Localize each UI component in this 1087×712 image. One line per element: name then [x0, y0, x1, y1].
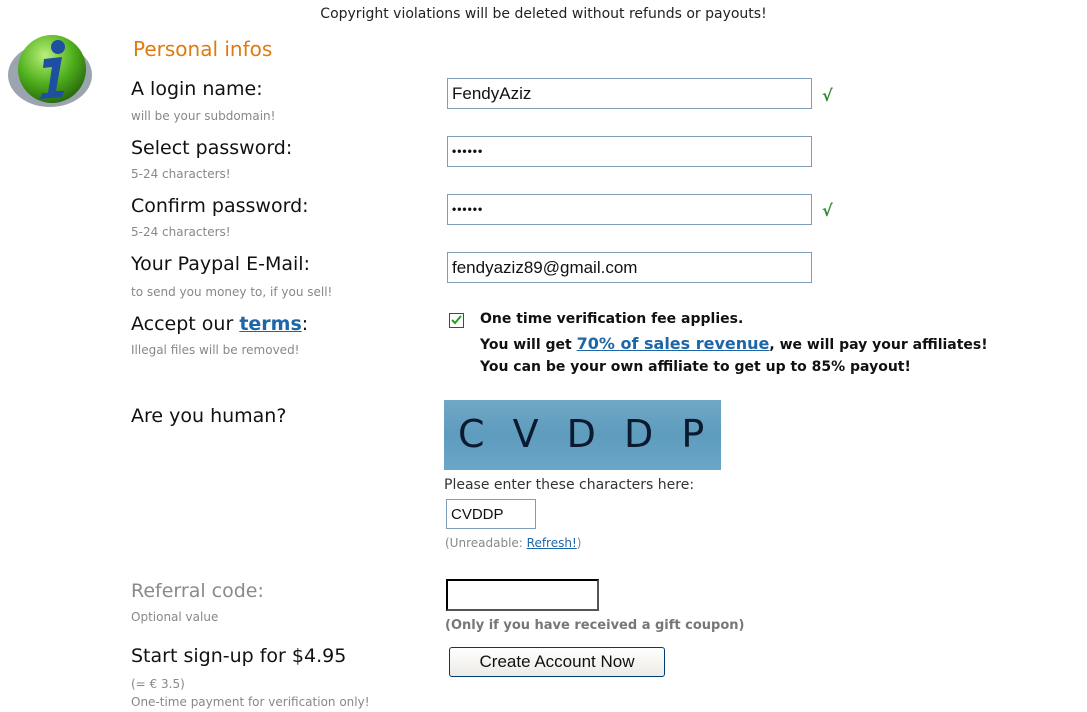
paypal-hint: to send you money to, if you sell!	[131, 285, 333, 299]
password-input[interactable]: ••••••	[447, 136, 812, 167]
password-hint: 5-24 characters!	[131, 167, 231, 181]
password-label: Select password:	[131, 137, 293, 159]
confirm-password-input[interactable]: ••••••	[447, 194, 812, 225]
terms-label: Accept our terms:	[131, 313, 308, 335]
fee-line-2: You will get 70% of sales revenue, we wi…	[480, 334, 988, 353]
login-label: A login name:	[131, 78, 263, 100]
refresh-captcha-link[interactable]: Refresh!	[527, 536, 577, 550]
referral-code-input[interactable]	[446, 579, 599, 611]
paypal-label: Your Paypal E-Mail:	[131, 253, 310, 275]
referral-label: Referral code:	[131, 580, 264, 602]
create-account-button[interactable]: Create Account Now	[449, 647, 665, 677]
terms-link[interactable]: terms	[239, 313, 301, 335]
paypal-email-input[interactable]	[447, 252, 812, 283]
captcha-image: C V D D P	[444, 400, 721, 470]
sales-revenue-link[interactable]: 70% of sales revenue	[577, 334, 770, 353]
fee-line-2-suffix: , we will pay your affiliates!	[769, 337, 988, 353]
section-title: Personal infos	[133, 37, 273, 61]
unreadable-text: (Unreadable: Refresh!)	[445, 536, 581, 550]
confirm-valid-icon: √	[822, 201, 833, 220]
unreadable-prefix: (Unreadable:	[445, 536, 527, 550]
captcha-input[interactable]	[446, 499, 536, 529]
confirm-password-hint: 5-24 characters!	[131, 225, 231, 239]
fee-line-2-prefix: You will get	[480, 337, 577, 353]
signup-note: One-time payment for verification only!	[131, 695, 370, 709]
info-icon	[4, 29, 96, 109]
login-input[interactable]	[447, 78, 812, 109]
terms-label-suffix: :	[301, 313, 309, 335]
login-valid-icon: √	[822, 86, 833, 105]
copyright-notice: Copyright violations will be deleted wit…	[320, 6, 767, 22]
unreadable-suffix: )	[576, 536, 582, 550]
fee-line-3: You can be your own affiliate to get up …	[480, 359, 911, 375]
confirm-password-label: Confirm password:	[131, 195, 309, 217]
captcha-instruction: Please enter these characters here:	[444, 477, 695, 493]
checkmark-icon	[451, 315, 462, 325]
referral-note: (Only if you have received a gift coupon…	[445, 618, 745, 633]
terms-label-prefix: Accept our	[131, 313, 240, 335]
fee-line-1: One time verification fee applies.	[480, 311, 744, 327]
referral-hint: Optional value	[131, 610, 219, 624]
terms-hint: Illegal files will be removed!	[131, 343, 300, 357]
login-hint: will be your subdomain!	[131, 109, 276, 123]
accept-terms-checkbox[interactable]	[449, 313, 464, 328]
human-label: Are you human?	[131, 405, 287, 427]
signup-label: Start sign-up for $4.95	[131, 645, 347, 667]
captcha-text: C V D D P	[458, 412, 713, 456]
signup-euro: (= € 3.5)	[131, 677, 185, 691]
